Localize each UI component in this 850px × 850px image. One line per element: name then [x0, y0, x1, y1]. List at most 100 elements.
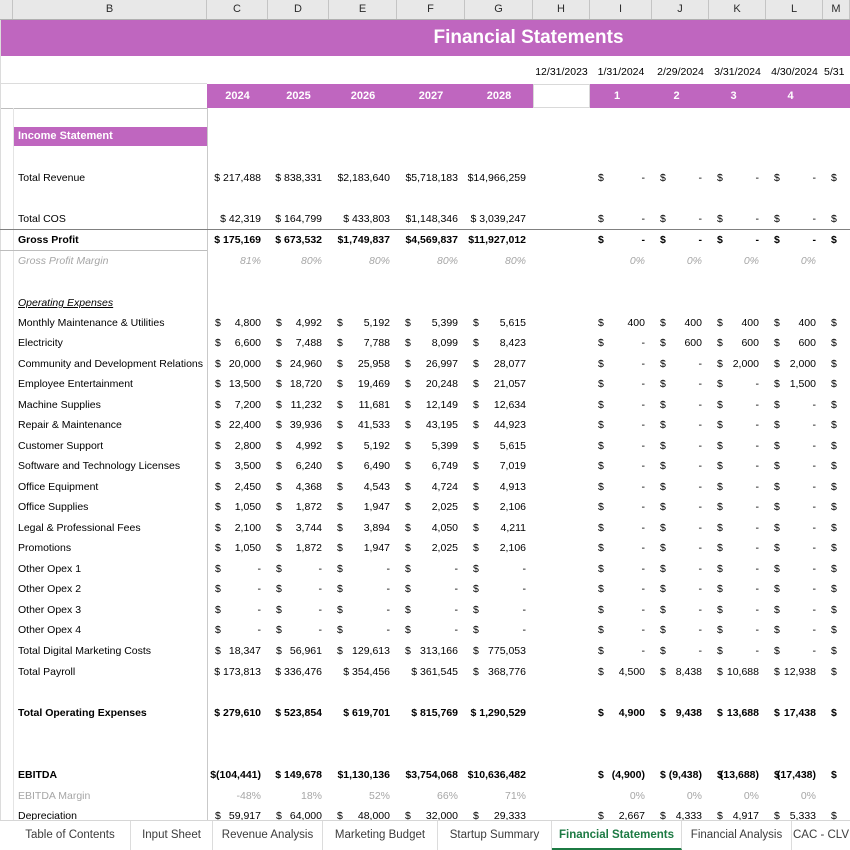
cell-value[interactable]: -: [652, 456, 706, 476]
cell-value[interactable]: $ 523,854: [268, 703, 326, 723]
cell-value[interactable]: 24,960: [268, 354, 326, 374]
cell-value[interactable]: 41,533: [329, 415, 394, 435]
column-header-G[interactable]: G: [465, 0, 533, 19]
cell-value[interactable]: 600: [652, 333, 706, 353]
cell-value[interactable]: 6,749: [397, 456, 462, 476]
cell-value[interactable]: -: [709, 209, 763, 229]
cell-value[interactable]: 4,368: [268, 477, 326, 497]
cell-value[interactable]: 1,947: [329, 497, 394, 517]
cell-value[interactable]: -: [590, 620, 649, 640]
cell-value[interactable]: 39,936: [268, 415, 326, 435]
cell-value[interactable]: -: [207, 620, 265, 640]
cell-value[interactable]: -: [465, 620, 530, 640]
cell-value[interactable]: 313,166: [397, 641, 462, 661]
cell-value[interactable]: -: [652, 168, 706, 188]
cell-value[interactable]: $4,569,837: [397, 230, 462, 250]
column-header-A[interactable]: [0, 0, 13, 19]
cell-value[interactable]: -: [766, 518, 820, 538]
cell-value[interactable]: $ 815,769: [397, 703, 462, 723]
cell-value[interactable]: -: [766, 497, 820, 517]
cell-value[interactable]: -: [590, 374, 649, 394]
cell-value[interactable]: 0%: [766, 251, 820, 271]
cell-value[interactable]: 1,050: [207, 497, 265, 517]
cell-value[interactable]: -: [268, 559, 326, 579]
column-header-J[interactable]: J: [652, 0, 709, 19]
cell-value[interactable]: -: [590, 518, 649, 538]
cell-value[interactable]: $ 173,813: [207, 662, 265, 682]
column-header-L[interactable]: L: [766, 0, 823, 19]
cell-value[interactable]: -: [329, 559, 394, 579]
cell-value[interactable]: $1,148,346: [397, 209, 462, 229]
cell-value[interactable]: 3,500: [207, 456, 265, 476]
cell-value[interactable]: -: [590, 395, 649, 415]
cell-value[interactable]: 4,992: [268, 313, 326, 333]
cell-value[interactable]: 19,469: [329, 374, 394, 394]
cell-value[interactable]: -: [590, 354, 649, 374]
column-header-H[interactable]: H: [533, 0, 590, 19]
cell-value[interactable]: -: [766, 538, 820, 558]
cell-value[interactable]: -: [397, 620, 462, 640]
cell-value[interactable]: 21,057: [465, 374, 530, 394]
cell-value[interactable]: 5,399: [397, 436, 462, 456]
cell-value[interactable]: 1,947: [329, 538, 394, 558]
cell-value[interactable]: 4,500: [590, 662, 649, 682]
cell-value[interactable]: 2,000: [766, 354, 820, 374]
cell-value[interactable]: -: [709, 518, 763, 538]
cell-value[interactable]: 8,423: [465, 333, 530, 353]
cell-value[interactable]: -: [652, 518, 706, 538]
cell-value[interactable]: -: [709, 559, 763, 579]
sheet-tab-financial-analysis[interactable]: Financial Analysis: [682, 821, 792, 850]
cell-value[interactable]: 11,232: [268, 395, 326, 415]
cell-value[interactable]: -: [766, 230, 820, 250]
cell-value[interactable]: -: [465, 559, 530, 579]
column-header-M[interactable]: M: [823, 0, 850, 19]
sheet-tab-input-sheet[interactable]: Input Sheet: [131, 821, 213, 850]
cell-value[interactable]: -: [766, 620, 820, 640]
cell-value[interactable]: 5,192: [329, 313, 394, 333]
column-header-F[interactable]: F: [397, 0, 465, 19]
cell-value[interactable]: $ 619,701: [329, 703, 394, 723]
cell-value[interactable]: 80%: [397, 251, 462, 271]
cell-value[interactable]: 2,106: [465, 497, 530, 517]
cell-value[interactable]: 12,149: [397, 395, 462, 415]
cell-value[interactable]: -: [709, 600, 763, 620]
cell-value[interactable]: 12,938: [766, 662, 820, 682]
cell-value[interactable]: 1,872: [268, 497, 326, 517]
cell-value[interactable]: $(104,441): [207, 765, 265, 785]
cell-value[interactable]: 400: [709, 313, 763, 333]
cell-value[interactable]: 7,788: [329, 333, 394, 353]
cell-value[interactable]: -: [766, 168, 820, 188]
cell-value[interactable]: -: [766, 209, 820, 229]
cell-value[interactable]: 20,000: [207, 354, 265, 374]
cell-value[interactable]: 4,913: [465, 477, 530, 497]
cell-value[interactable]: -: [709, 538, 763, 558]
cell-value[interactable]: 0%: [590, 251, 649, 271]
cell-value[interactable]: $3,754,068: [397, 765, 462, 785]
cell-value[interactable]: $ 279,610: [207, 703, 265, 723]
sheet-tab-table-of-contents[interactable]: Table of Contents: [10, 821, 131, 850]
cell-value[interactable]: $ 149,678: [268, 765, 326, 785]
cell-value[interactable]: -: [709, 477, 763, 497]
cell-value[interactable]: 2,025: [397, 497, 462, 517]
cell-value[interactable]: 129,613: [329, 641, 394, 661]
cell-value[interactable]: -: [207, 600, 265, 620]
cell-value[interactable]: 56,961: [268, 641, 326, 661]
cell-value[interactable]: 0%: [709, 251, 763, 271]
cell-value[interactable]: $14,966,259: [465, 168, 530, 188]
cell-value[interactable]: 20,248: [397, 374, 462, 394]
cell-value[interactable]: -: [268, 600, 326, 620]
cell-value[interactable]: (17,438): [766, 765, 820, 785]
column-header-E[interactable]: E: [329, 0, 397, 19]
cell-value[interactable]: -: [652, 538, 706, 558]
cell-value[interactable]: 400: [652, 313, 706, 333]
cell-value[interactable]: 80%: [465, 251, 530, 271]
cell-value[interactable]: 13,688: [709, 703, 763, 723]
cell-value[interactable]: -: [652, 497, 706, 517]
cell-value[interactable]: 3,744: [268, 518, 326, 538]
cell-value[interactable]: -: [652, 436, 706, 456]
cell-value[interactable]: -: [709, 415, 763, 435]
sheet-tab-startup-summary[interactable]: Startup Summary: [438, 821, 552, 850]
cell-value[interactable]: -: [590, 415, 649, 435]
cell-value[interactable]: $ 354,456: [329, 662, 394, 682]
cell-value[interactable]: 4,543: [329, 477, 394, 497]
